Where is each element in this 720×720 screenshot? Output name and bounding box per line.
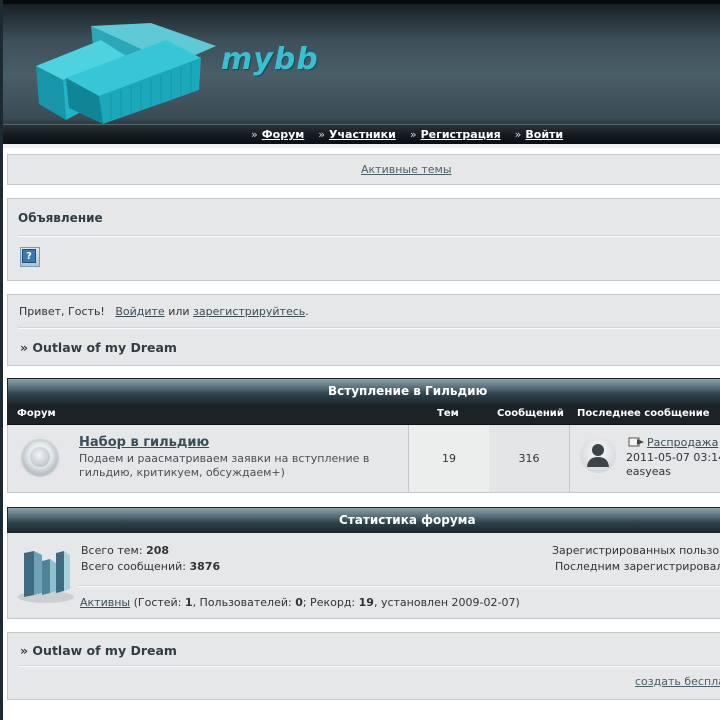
forum-status-cell	[8, 425, 70, 492]
logo-text: mybb	[221, 42, 319, 77]
forum-topics-count: 19	[442, 452, 456, 465]
stats-title: Статистика форума	[339, 513, 476, 527]
forum-posts-count: 316	[518, 452, 540, 465]
footer-breadcrumb[interactable]: » Outlaw of my Dream	[20, 643, 177, 658]
welcome-panel: Привет, Гость! Войдите или зарегистрируй…	[7, 294, 720, 366]
active-topics-link[interactable]: Активные темы	[361, 163, 452, 176]
category-header: Вступление в Гильдию	[7, 378, 720, 405]
stat-value: 208	[146, 544, 170, 557]
avatar[interactable]	[580, 437, 616, 473]
col-forum: Форум	[17, 408, 56, 419]
stats-header: Статистика форума	[7, 507, 720, 533]
forum-column-headers: Форум Тем Сообщений Последнее сообщение	[7, 405, 720, 425]
nav-link-forum[interactable]: Форум	[262, 128, 305, 141]
site-header: mybb » Форум » Участники » Регистрация » Вой…	[3, 0, 720, 148]
stats-panel: Всего тем: 208 Всего сообщений: 3876 Зар…	[7, 533, 720, 619]
divider	[78, 585, 720, 587]
stat-online-line: Активны (Гостей: 1, Пользователей: 0; Ре…	[80, 596, 520, 609]
double-chevron-icon: »	[318, 128, 325, 141]
forum-topics-cell: 19	[408, 425, 490, 492]
record-label: ; Рекорд:	[302, 596, 356, 609]
announcement-panel: Объявление ?	[7, 198, 720, 281]
forum-row: Набор в гильдию Подаем и раасматриваем з…	[7, 425, 720, 493]
stat-total-topics: Всего тем: 208	[81, 544, 169, 557]
guests-value: 1	[184, 596, 193, 609]
online-users-link[interactable]: Активны	[80, 596, 130, 609]
stat-label: Всего сообщений:	[81, 560, 186, 573]
forum-title-link[interactable]: Набор в гильдию	[79, 435, 209, 450]
main-nav: » Форум » Участники » Регистрация » Войти	[251, 128, 563, 141]
greeting-text: Привет, Гость!	[19, 305, 105, 318]
last-post-date: 2011-05-07 03:14	[626, 451, 720, 464]
record-date: , установлен 2009-02-07)	[373, 596, 520, 609]
footer-panel: » Outlaw of my Dream создать беспла	[7, 632, 720, 700]
help-icon[interactable]: ?	[20, 247, 40, 267]
divider	[18, 235, 720, 237]
left-edge-strip	[0, 0, 3, 720]
col-posts: Сообщений	[497, 408, 564, 419]
announcement-title: Объявление	[18, 211, 103, 225]
active-topics-panel: Активные темы	[7, 154, 720, 185]
double-chevron-icon: »	[514, 128, 522, 141]
divider	[18, 665, 720, 667]
create-forum-link[interactable]: создать беспла	[635, 675, 720, 688]
users-value: 0	[295, 596, 303, 609]
divider	[18, 327, 720, 329]
user-silhouette-icon	[587, 444, 609, 467]
forum-description: Подаем и раасматриваем заявки на вступле…	[79, 452, 370, 479]
header-top-line	[3, 0, 720, 4]
nav-item-forum: » Форум	[251, 128, 304, 141]
guests-label: (Гостей:	[133, 596, 182, 609]
stat-label: Всего тем:	[81, 544, 143, 557]
last-post-link[interactable]: Распродажа	[647, 436, 718, 449]
record-value: 19	[358, 596, 374, 609]
double-chevron-icon: »	[251, 128, 258, 141]
forum-posts-cell: 316	[489, 425, 570, 492]
nav-link-register[interactable]: Регистрация	[421, 128, 501, 141]
stats-logo-icon	[18, 551, 74, 603]
col-topics: Тем	[437, 408, 459, 419]
users-label: , Пользователей:	[192, 596, 292, 609]
forum-status-icon	[22, 439, 58, 475]
stat-value: 3876	[189, 560, 221, 573]
mybb-logo-icon[interactable]	[31, 18, 221, 128]
col-last-post: Последнее сообщение	[577, 408, 710, 419]
nav-item-register: » Регистрация	[410, 128, 501, 141]
header-bottom-line	[3, 144, 720, 148]
forum-info-cell: Набор в гильдию Подаем и раасматриваем з…	[70, 425, 408, 492]
stat-total-posts: Всего сообщений: 3876	[81, 560, 220, 573]
help-icon-glyph: ?	[22, 249, 36, 263]
nav-link-members[interactable]: Участники	[329, 128, 396, 141]
nav-link-login[interactable]: Войти	[525, 128, 563, 141]
stat-registered-users: Зарегистрированных пользо	[552, 544, 720, 557]
nav-item-login: » Войти	[515, 128, 563, 141]
breadcrumb[interactable]: » Outlaw of my Dream	[20, 340, 177, 355]
double-chevron-icon: »	[409, 128, 417, 141]
login-link[interactable]: Войдите	[115, 305, 164, 318]
period-text: .	[305, 305, 309, 318]
go-to-post-icon[interactable]	[628, 436, 646, 448]
forum-last-post-cell: Распродажа 2011-05-07 03:14 easyeas	[570, 425, 720, 492]
stat-last-registered: Последним зарегистрировал	[555, 560, 720, 573]
register-link[interactable]: зарегистрируйтесь	[193, 305, 305, 318]
or-text: или	[168, 305, 190, 318]
nav-item-members: » Участники	[318, 128, 396, 141]
welcome-line: Привет, Гость! Войдите или зарегистрируй…	[19, 305, 309, 318]
category-title: Вступление в Гильдию	[328, 384, 488, 398]
last-post-user: easyeas	[626, 465, 671, 478]
